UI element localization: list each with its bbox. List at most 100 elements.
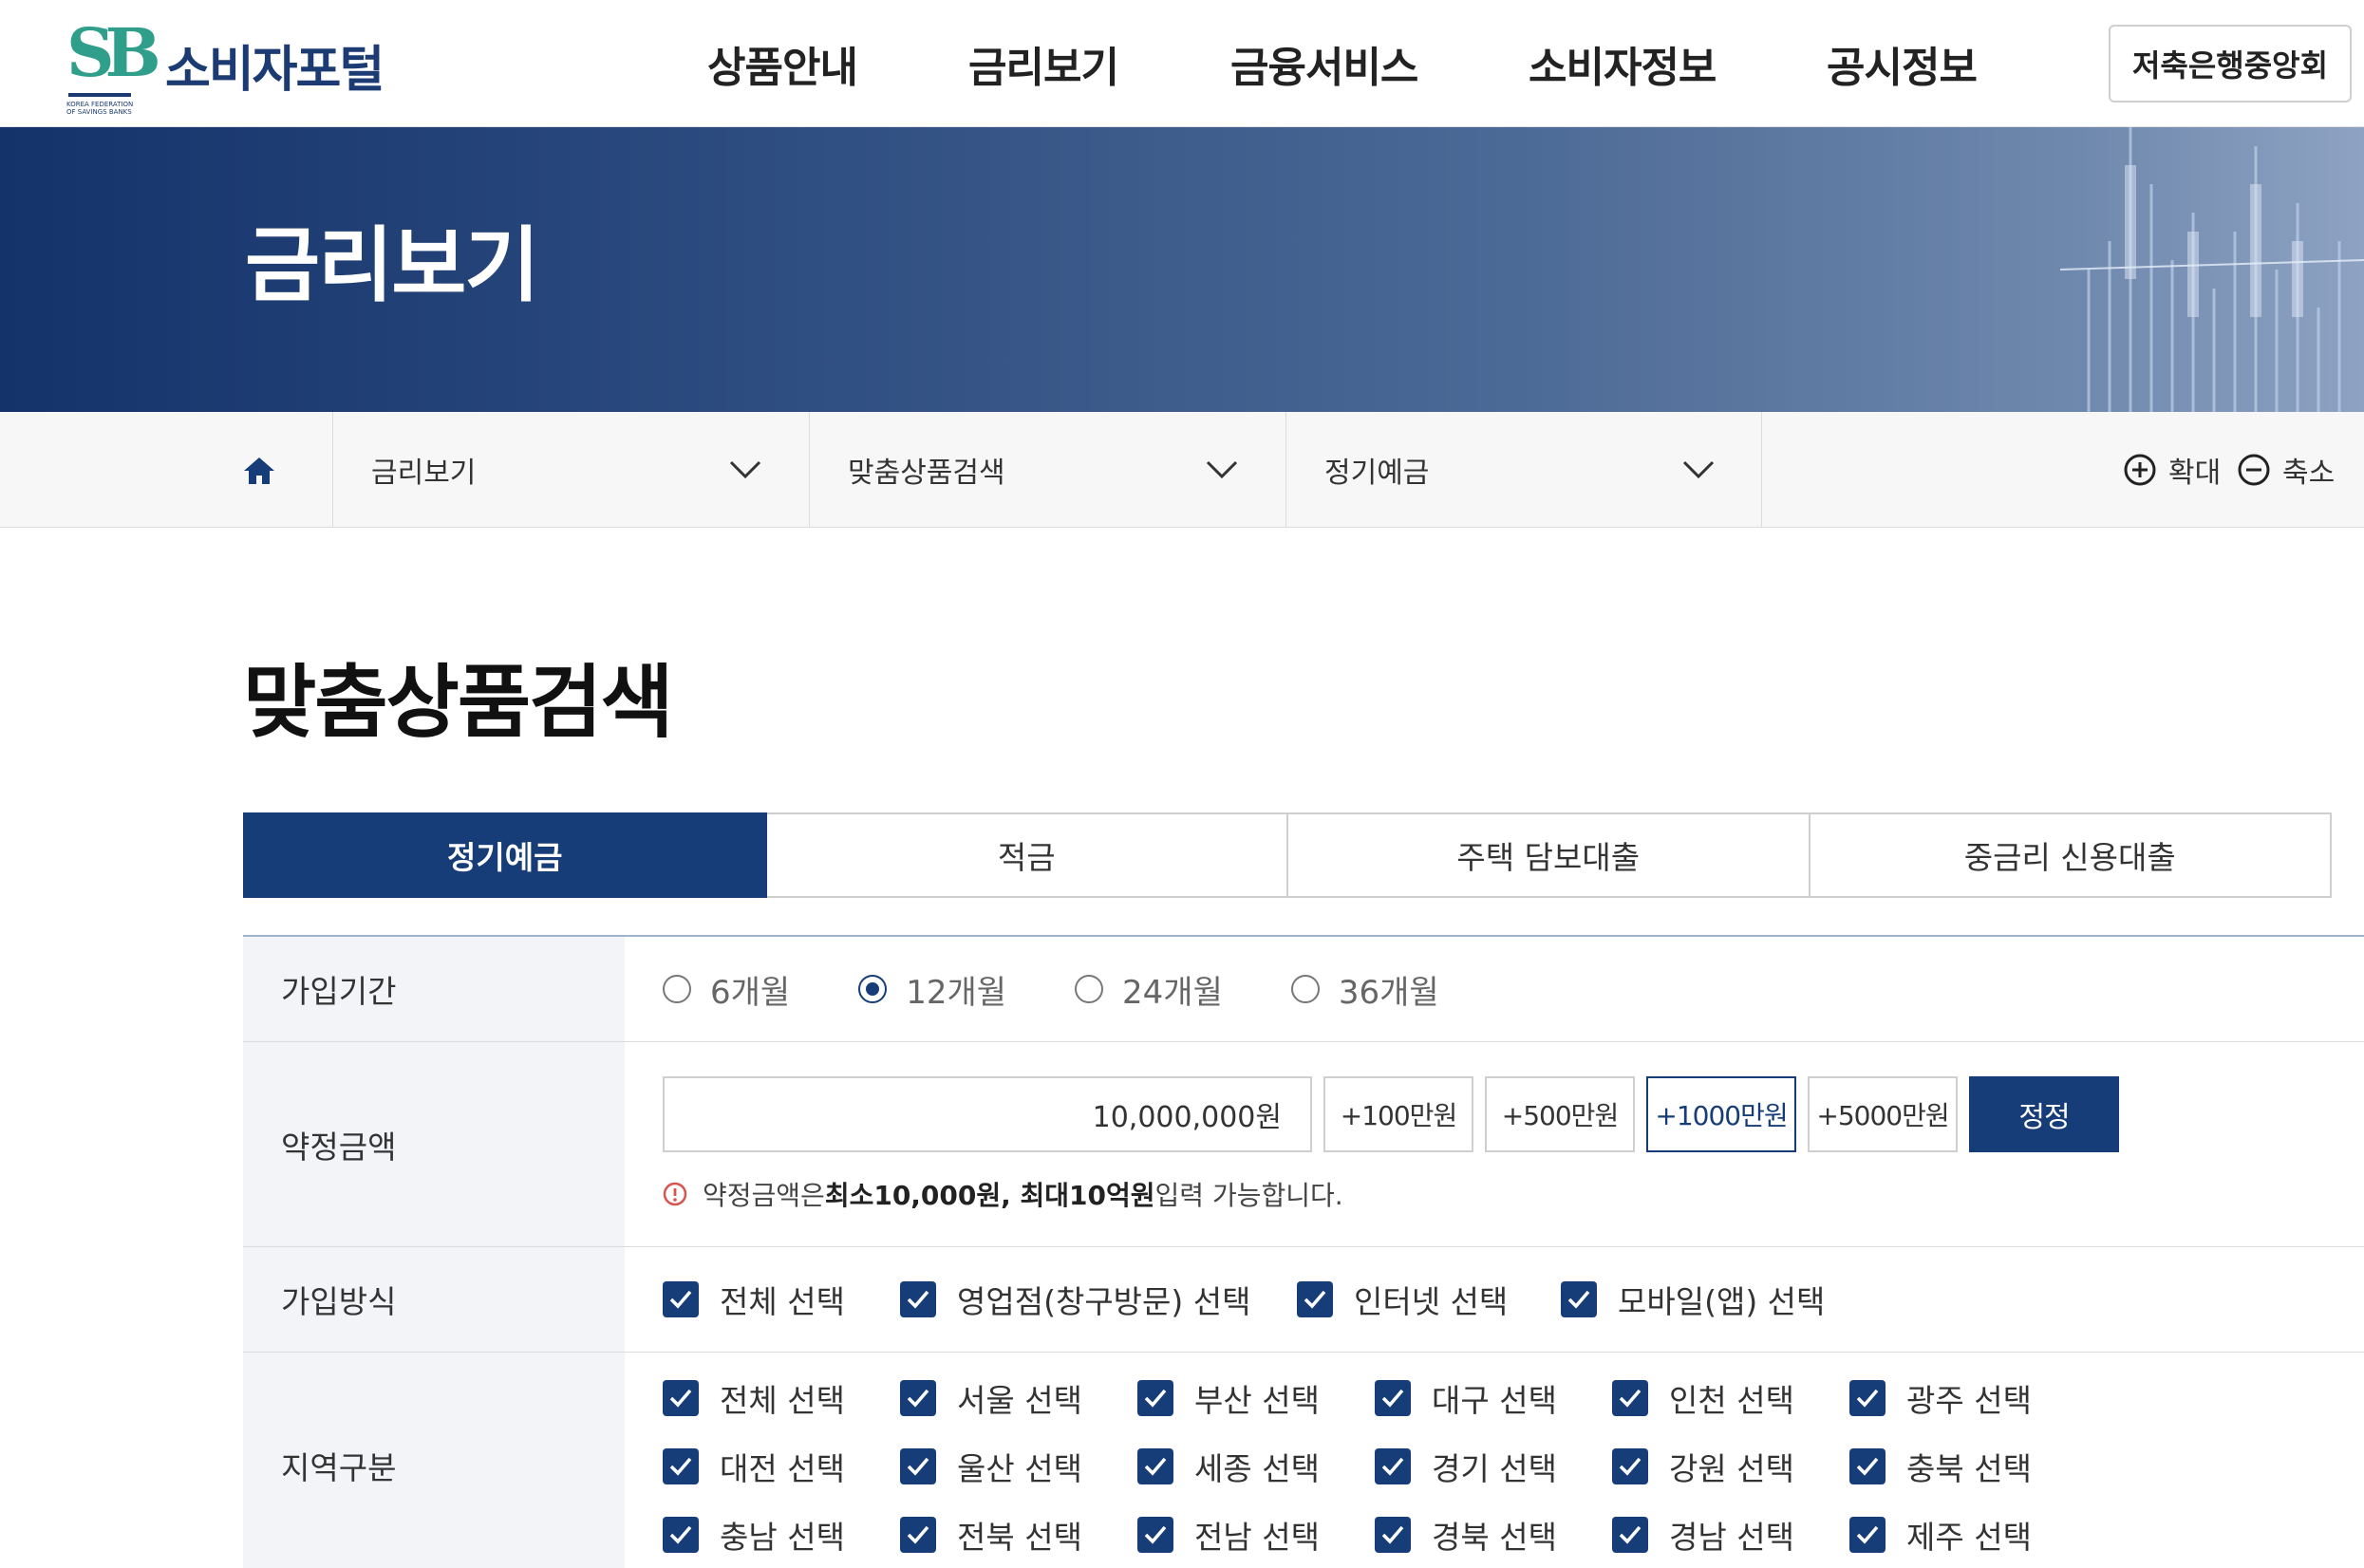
checkbox-checked-icon — [900, 1517, 936, 1553]
nav-consumer-info[interactable]: 소비자정보 — [1529, 0, 1717, 127]
checkbox-checked-icon — [1612, 1380, 1648, 1416]
association-button[interactable]: 저축은행중앙회 — [2109, 25, 2352, 103]
region-gyeongnam-checkbox[interactable]: 경남 선택 — [1612, 1512, 1849, 1558]
region-incheon-checkbox[interactable]: 인천 선택 — [1612, 1375, 1849, 1421]
chevron-down-icon — [1206, 460, 1238, 479]
radio-icon — [1290, 975, 1320, 1003]
period-option-36m[interactable]: 36개월 — [1290, 966, 1439, 1013]
page-banner: 금리보기 — [0, 127, 2364, 412]
banner-title: 금리보기 — [245, 218, 539, 313]
region-label: 지역구분 — [243, 1353, 625, 1568]
checkbox-label: 부산 선택 — [1194, 1382, 1320, 1419]
logo[interactable]: SB KOREA FEDERATION OF SAVINGS BANKS 소비자… — [65, 13, 385, 117]
tab-mortgage-loan[interactable]: 주택 담보대출 — [1288, 812, 1811, 898]
tab-installment-savings[interactable]: 적금 — [766, 812, 1288, 898]
region-row: 지역구분 전체 선택 서울 선택 부산 선택 대구 선택 인천 선택 광주 선택대전 선택… — [243, 1353, 2364, 1568]
search-form: 가입기간 6개월 12개월 24개월 36개월 약정금액 10,000,000원… — [243, 935, 2364, 1568]
region-gangwon-checkbox[interactable]: 강원 선택 — [1612, 1444, 1849, 1489]
checkbox-checked-icon — [663, 1281, 699, 1317]
radio-label: 6개월 — [710, 973, 791, 1012]
checkbox-checked-icon — [663, 1380, 699, 1416]
checkbox-label: 충북 선택 — [1906, 1450, 2032, 1487]
region-jeonnam-checkbox[interactable]: 전남 선택 — [1137, 1512, 1375, 1558]
nav-product-info[interactable]: 상품안내 — [707, 0, 858, 127]
region-daejeon-checkbox[interactable]: 대전 선택 — [663, 1444, 900, 1489]
checkbox-checked-icon — [900, 1380, 936, 1416]
add-5000-button[interactable]: +5000만원 — [1808, 1075, 1958, 1152]
checkbox-label: 경북 선택 — [1432, 1519, 1557, 1556]
checkbox-checked-icon — [1612, 1448, 1648, 1484]
radio-label: 24개월 — [1122, 973, 1223, 1012]
region-gyeongbuk-checkbox[interactable]: 경북 선택 — [1375, 1512, 1612, 1558]
checkbox-label: 전체 선택 — [720, 1382, 845, 1419]
add-100-button[interactable]: +100만원 — [1323, 1075, 1473, 1152]
breadcrumb-dropdown-level1[interactable]: 금리보기 — [332, 412, 809, 528]
breadcrumb-dropdown-level3[interactable]: 정기예금 — [1285, 412, 1762, 528]
method-mobile-checkbox[interactable]: 모바일(앱) 선택 — [1561, 1277, 1825, 1322]
period-option-6m[interactable]: 6개월 — [663, 966, 790, 1013]
method-all-checkbox[interactable]: 전체 선택 — [663, 1277, 900, 1322]
checkbox-label: 제주 선택 — [1906, 1519, 2032, 1556]
breadcrumb-label: 맞춤상품검색 — [848, 457, 1005, 490]
region-jeju-checkbox[interactable]: 제주 선택 — [1849, 1512, 2087, 1558]
radio-icon — [663, 975, 691, 1003]
region-daegu-checkbox[interactable]: 대구 선택 — [1375, 1375, 1612, 1421]
checkbox-checked-icon — [663, 1517, 699, 1553]
checkbox-label: 경기 선택 — [1432, 1450, 1557, 1487]
method-branch-checkbox[interactable]: 영업점(창구방문) 선택 — [900, 1277, 1297, 1322]
checkbox-label: 경남 선택 — [1669, 1519, 1794, 1556]
region-all-checkbox[interactable]: 전체 선택 — [663, 1375, 900, 1421]
checkbox-checked-icon — [1137, 1517, 1173, 1553]
checkbox-label: 모바일(앱) 선택 — [1618, 1283, 1826, 1320]
region-sejong-checkbox[interactable]: 세종 선택 — [1137, 1444, 1375, 1489]
zoom-in-button[interactable]: 확대 — [2123, 412, 2221, 528]
notice-text-end: 입력 가능합니다. — [1154, 1179, 1343, 1211]
nav-financial-services[interactable]: 금융서비스 — [1230, 0, 1418, 127]
amount-label: 약정금액 — [243, 1042, 625, 1246]
tab-fixed-deposit[interactable]: 정기예금 — [243, 812, 767, 898]
region-seoul-checkbox[interactable]: 서울 선택 — [900, 1375, 1137, 1421]
checkbox-checked-icon — [1375, 1517, 1411, 1553]
nav-interest-rates[interactable]: 금리보기 — [968, 0, 1119, 127]
checkbox-label: 서울 선택 — [957, 1382, 1082, 1419]
checkbox-label: 인천 선택 — [1669, 1382, 1794, 1419]
region-checkbox-grid: 전체 선택 서울 선택 부산 선택 대구 선택 인천 선택 광주 선택대전 선택 울산 선택… — [663, 1353, 2087, 1568]
nav-disclosure[interactable]: 공시정보 — [1827, 0, 1978, 127]
region-gyeonggi-checkbox[interactable]: 경기 선택 — [1375, 1444, 1612, 1489]
breadcrumb: 금리보기 맞춤상품검색 정기예금 확대 축소 — [0, 412, 2364, 528]
period-option-24m[interactable]: 24개월 — [1075, 966, 1223, 1013]
period-label: 가입기간 — [243, 937, 625, 1041]
home-icon[interactable] — [243, 456, 275, 486]
checkbox-label: 광주 선택 — [1906, 1382, 2032, 1419]
add-500-button[interactable]: +500만원 — [1485, 1075, 1635, 1152]
region-gwangju-checkbox[interactable]: 광주 선택 — [1849, 1375, 2087, 1421]
checkbox-checked-icon — [1375, 1380, 1411, 1416]
breadcrumb-label: 정기예금 — [1324, 457, 1430, 490]
checkbox-label: 대구 선택 — [1432, 1382, 1557, 1419]
checkbox-label: 전북 선택 — [957, 1519, 1082, 1556]
checkbox-label: 영업점(창구방문) 선택 — [957, 1283, 1251, 1320]
zoom-out-button[interactable]: 축소 — [2237, 412, 2335, 528]
logo-text: 소비자포털 — [165, 41, 385, 99]
method-internet-checkbox[interactable]: 인터넷 선택 — [1297, 1277, 1561, 1322]
region-jeonbuk-checkbox[interactable]: 전북 선택 — [900, 1512, 1137, 1558]
logo-mark-letters: SB — [66, 13, 161, 92]
checkbox-label: 전남 선택 — [1194, 1519, 1320, 1556]
region-chungbuk-checkbox[interactable]: 충북 선택 — [1849, 1444, 2087, 1489]
breadcrumb-dropdown-level2[interactable]: 맞춤상품검색 — [809, 412, 1285, 528]
region-ulsan-checkbox[interactable]: 울산 선택 — [900, 1444, 1137, 1489]
checkbox-checked-icon — [1297, 1281, 1333, 1317]
region-busan-checkbox[interactable]: 부산 선택 — [1137, 1375, 1375, 1421]
checkbox-checked-icon — [1849, 1517, 1886, 1553]
reset-amount-button[interactable]: 정정 — [1969, 1075, 2119, 1152]
site-header: SB KOREA FEDERATION OF SAVINGS BANKS 소비자… — [0, 0, 2364, 127]
period-row: 가입기간 6개월 12개월 24개월 36개월 — [243, 937, 2364, 1042]
plus-circle-icon — [2124, 454, 2156, 486]
tab-mid-rate-credit-loan[interactable]: 중금리 신용대출 — [1810, 812, 2332, 898]
add-1000-button[interactable]: +1000만원 — [1646, 1075, 1796, 1152]
amount-input[interactable] — [663, 1075, 1312, 1152]
period-option-12m[interactable]: 12개월 — [858, 966, 1006, 1013]
checkbox-label: 강원 선택 — [1669, 1450, 1794, 1487]
checkbox-checked-icon — [900, 1281, 936, 1317]
region-chungnam-checkbox[interactable]: 충남 선택 — [663, 1512, 900, 1558]
